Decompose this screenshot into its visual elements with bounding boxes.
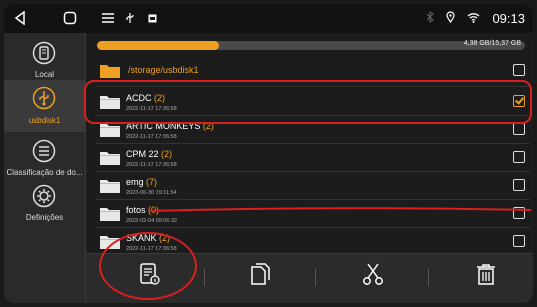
wifi-icon bbox=[467, 11, 480, 26]
file-checkbox[interactable] bbox=[513, 151, 525, 163]
location-icon bbox=[446, 11, 456, 26]
sidebar-item-label: usbdisk1 bbox=[28, 116, 61, 125]
status-bar: 09:13 bbox=[4, 4, 533, 33]
back-icon[interactable] bbox=[12, 9, 28, 27]
file-count: (2) bbox=[202, 121, 214, 131]
current-path-row[interactable]: /storage/usbdisk1 bbox=[96, 57, 530, 85]
divider bbox=[96, 86, 530, 87]
menu-icon[interactable] bbox=[100, 9, 116, 27]
file-date: 2022-11-17 17:36:58 bbox=[126, 134, 177, 140]
file-checkbox[interactable] bbox=[513, 207, 525, 219]
clock-time: 09:13 bbox=[492, 11, 525, 26]
folder-icon bbox=[100, 206, 120, 221]
gear-icon bbox=[32, 184, 56, 208]
home-icon[interactable] bbox=[62, 9, 78, 27]
sidebar-item-usbdisk1[interactable]: usbdisk1 bbox=[4, 80, 85, 132]
file-date: 2022-11-17 17:36:58 bbox=[126, 246, 177, 252]
folder-icon bbox=[100, 178, 120, 193]
file-name: CPM 22 (2) bbox=[126, 149, 173, 159]
file-date: 2022-11-17 17:36:58 bbox=[126, 106, 177, 112]
usb-icon bbox=[124, 9, 136, 27]
storage-usage-bar: 4,38 GB/15,37 GB bbox=[97, 40, 525, 50]
toolbar-separator bbox=[204, 268, 205, 286]
folder-icon bbox=[100, 63, 120, 78]
storage-usage-text: 4,38 GB/15,37 GB bbox=[463, 40, 521, 47]
file-count: (7) bbox=[146, 177, 158, 187]
sidebar-item-label: Definições bbox=[25, 213, 64, 222]
file-count: (2) bbox=[154, 93, 166, 103]
file-name: SKANK (2) bbox=[126, 233, 171, 243]
delete-icon[interactable] bbox=[474, 262, 498, 286]
select-all-checkbox[interactable] bbox=[513, 64, 525, 76]
file-name: ARTIC MONKEYS (2) bbox=[126, 121, 214, 131]
file-date: 2023-02-04 09:06:32 bbox=[126, 218, 178, 224]
bottom-toolbar bbox=[86, 253, 533, 303]
sidebar-item-label: Classificação de do... bbox=[6, 168, 83, 177]
current-path: /storage/usbdisk1 bbox=[128, 65, 199, 75]
toolbar-separator bbox=[315, 268, 316, 286]
file-checkbox[interactable] bbox=[513, 95, 525, 107]
list-icon bbox=[32, 139, 56, 163]
file-row[interactable]: CPM 22 (2) 2022-11-17 17:36:58 bbox=[96, 144, 530, 172]
sidebar-item-definicoes[interactable]: Definições bbox=[4, 180, 85, 230]
folder-icon bbox=[100, 150, 120, 165]
toolbar-separator bbox=[428, 268, 429, 286]
file-row[interactable]: ACDC (2) 2022-11-17 17:36:58 bbox=[96, 88, 530, 116]
file-count: (2) bbox=[161, 149, 173, 159]
copy-icon[interactable] bbox=[248, 262, 272, 286]
folder-icon bbox=[100, 94, 120, 109]
file-checkbox[interactable] bbox=[513, 235, 525, 247]
file-checkbox[interactable] bbox=[513, 123, 525, 135]
file-count: (2) bbox=[159, 233, 171, 243]
file-date: 2023-06-30 19:11:54 bbox=[126, 190, 177, 196]
file-name: fotos (0) bbox=[126, 205, 160, 215]
file-row[interactable]: ARTIC MONKEYS (2) 2022-11-17 17:36:58 bbox=[96, 116, 530, 144]
image-icon bbox=[146, 9, 158, 27]
file-checkbox[interactable] bbox=[513, 179, 525, 191]
file-info-icon[interactable] bbox=[138, 262, 162, 286]
storage-usage-fill bbox=[97, 41, 219, 50]
file-row[interactable]: emg (7) 2023-06-30 19:11:54 bbox=[96, 172, 530, 200]
bluetooth-icon bbox=[426, 11, 435, 26]
storage-icon bbox=[32, 41, 56, 65]
file-count: (0) bbox=[148, 205, 160, 215]
cut-icon[interactable] bbox=[361, 262, 385, 286]
device-screen: 09:13 Local usbdisk1 Classificação de do… bbox=[4, 4, 533, 303]
sidebar: Local usbdisk1 Classificação de do... De… bbox=[4, 33, 86, 303]
folder-icon bbox=[100, 234, 120, 249]
file-name: emg (7) bbox=[126, 177, 158, 187]
sidebar-item-label: Local bbox=[34, 70, 55, 79]
folder-icon bbox=[100, 122, 120, 137]
file-date: 2022-11-17 17:36:58 bbox=[126, 162, 177, 168]
file-name: ACDC (2) bbox=[126, 93, 166, 103]
file-row[interactable]: fotos (0) 2023-02-04 09:06:32 bbox=[96, 200, 530, 228]
file-row[interactable]: SKANK (2) 2022-11-17 17:36:58 bbox=[96, 228, 530, 256]
sidebar-item-classificacao[interactable]: Classificação de do... bbox=[4, 135, 85, 185]
usb-icon bbox=[32, 86, 56, 110]
